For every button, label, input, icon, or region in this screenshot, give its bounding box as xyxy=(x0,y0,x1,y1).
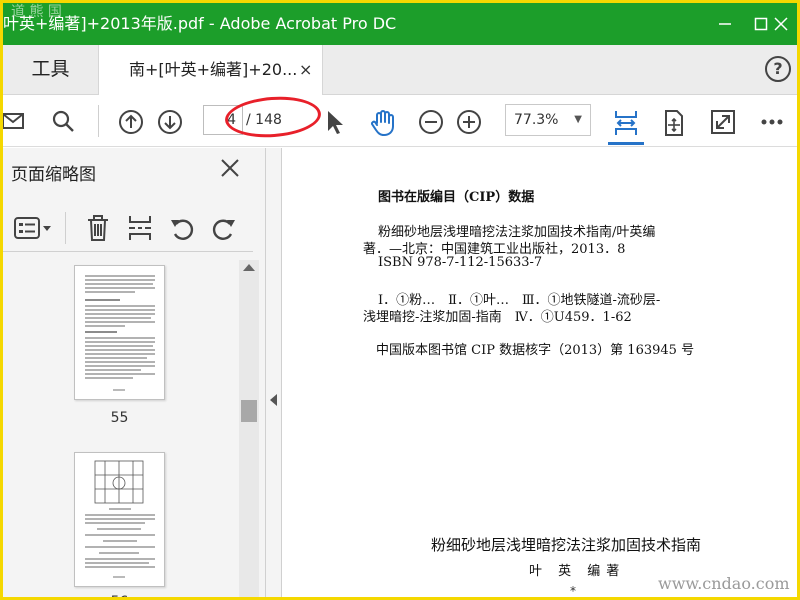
thumbnail-page-number: 55 xyxy=(110,410,129,426)
tab-bar: 工具 南+[叶英+编著]+20... × ? xyxy=(3,45,797,95)
zoom-value: 77.3% xyxy=(514,112,559,128)
panel-toolbar xyxy=(3,206,253,252)
rotate-ccw-icon xyxy=(171,219,194,240)
page-up-icon xyxy=(119,110,143,134)
select-arrow-icon xyxy=(328,111,343,134)
cip-header: 图书在版编目（CIP）数据 xyxy=(378,190,535,205)
close-icon xyxy=(221,159,239,177)
panel-close-button[interactable] xyxy=(218,156,246,184)
watermark-top-left: 道 熊 国 xyxy=(11,4,62,20)
select-tool-button[interactable] xyxy=(317,103,353,139)
previous-page-button[interactable] xyxy=(113,103,149,139)
panel-collapse-handle[interactable] xyxy=(266,148,282,597)
insert-page-button[interactable] xyxy=(122,210,158,246)
minimize-button[interactable] xyxy=(707,3,743,45)
tab-document-label: 南+[叶英+编著]+20... xyxy=(129,60,298,79)
hand-icon xyxy=(371,110,394,136)
fit-width-button[interactable] xyxy=(608,103,644,145)
scroll-up-arrow-icon[interactable] xyxy=(243,264,255,271)
collapse-arrow-icon xyxy=(270,394,277,406)
page-down-icon xyxy=(158,110,182,134)
document-view[interactable]: 图书在版编目（CIP）数据 粉细砂地层浅埋暗挖法注浆加固技术指南/叶英编 著．—… xyxy=(283,148,797,598)
mail-button[interactable] xyxy=(3,103,31,139)
thumbnail-figure-preview xyxy=(85,460,155,578)
insert-pages-icon xyxy=(129,216,151,240)
rotate-cw-icon xyxy=(212,219,235,240)
search-button[interactable] xyxy=(45,103,81,139)
thumbnail-page-number: 56 xyxy=(74,594,165,597)
rotate-right-button[interactable] xyxy=(206,210,242,246)
fit-width-icon xyxy=(615,111,637,135)
search-icon xyxy=(52,110,74,132)
book-author: 叶 英 编著 xyxy=(529,564,626,579)
zoom-select[interactable]: 77.3% ▼ xyxy=(505,104,591,136)
fullscreen-button[interactable] xyxy=(705,103,741,139)
panel-divider xyxy=(65,212,66,244)
thumbnail-page[interactable] xyxy=(74,265,165,400)
book-title: 粉细砂地层浅埋暗挖法注浆加固技术指南 xyxy=(431,536,702,554)
cip-line: 浅埋暗挖-注浆加固-指南 Ⅳ．①U459．1-62 xyxy=(363,310,632,325)
list-options-icon xyxy=(14,217,51,239)
title-bar: 叶英+编著]+2013年版.pdf - Adobe Acrobat Pro DC xyxy=(3,3,797,45)
cip-line: 中国版本图书馆 CIP 数据核字（2013）第 163945 号 xyxy=(376,343,695,358)
more-icon xyxy=(761,119,783,125)
close-window-button[interactable] xyxy=(763,3,797,45)
rotate-page-icon xyxy=(665,110,683,136)
zoom-out-icon xyxy=(419,110,443,134)
mail-icon xyxy=(3,113,24,129)
thumbnail-page[interactable] xyxy=(74,452,165,587)
zoom-out-button[interactable] xyxy=(413,103,449,139)
thumbnail-text-preview xyxy=(85,275,155,391)
next-page-button[interactable] xyxy=(152,103,188,139)
zoom-in-button[interactable] xyxy=(451,103,487,139)
thumbnails-panel: 页面缩略图 55 xyxy=(3,148,266,597)
toolbar: 4 / 148 77.3% ▼ xyxy=(3,93,797,147)
tab-close-button[interactable]: × xyxy=(299,45,312,94)
tab-tools[interactable]: 工具 xyxy=(3,45,98,94)
delete-page-button[interactable] xyxy=(80,210,116,246)
scrollbar-thumb[interactable] xyxy=(241,400,257,422)
help-button[interactable]: ? xyxy=(765,56,791,82)
watermark-bottom-right: www.cndao.com xyxy=(658,574,790,593)
panel-title: 页面缩略图 xyxy=(11,165,96,185)
thumbnail-options-button[interactable] xyxy=(11,210,55,246)
fullscreen-icon xyxy=(711,110,735,134)
rotate-page-button[interactable] xyxy=(656,103,692,139)
zoom-in-icon xyxy=(457,110,481,134)
app-window: 叶英+编著]+2013年版.pdf - Adobe Acrobat Pro DC… xyxy=(0,0,800,600)
window-title: 叶英+编著]+2013年版.pdf - Adobe Acrobat Pro DC xyxy=(3,14,397,33)
more-tools-button[interactable] xyxy=(754,103,790,139)
toolbar-divider xyxy=(98,105,99,137)
trash-icon xyxy=(88,215,108,241)
rotate-left-button[interactable] xyxy=(164,210,200,246)
thumbnail-scrollbar[interactable] xyxy=(239,260,259,597)
hand-tool-button[interactable] xyxy=(365,103,401,139)
minimize-icon xyxy=(719,23,731,25)
cip-line: ISBN 978-7-112-15633-7 xyxy=(378,255,543,270)
tab-document[interactable]: 南+[叶英+编著]+20... × xyxy=(98,45,323,95)
close-icon xyxy=(774,17,788,31)
chevron-down-icon: ▼ xyxy=(574,114,582,125)
page-marker: * xyxy=(570,584,576,598)
highlight-circle xyxy=(223,93,323,141)
